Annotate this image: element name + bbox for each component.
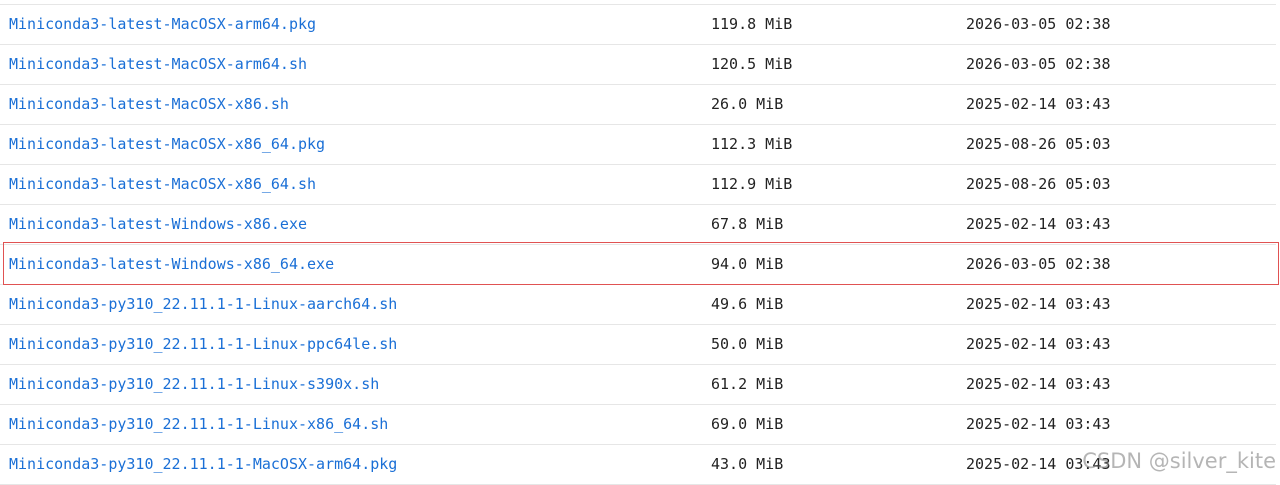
file-size: 61.2 MiB xyxy=(711,375,784,393)
file-name-cell: Miniconda3-py310_22.11.1-1-MacOSX-arm64.… xyxy=(9,445,397,484)
table-row: Miniconda3-latest-MacOSX-x86_64.sh 112.9… xyxy=(0,165,1276,205)
file-name-cell: Miniconda3-py310_22.11.1-1-Linux-ppc64le… xyxy=(9,325,397,364)
file-name-cell: Miniconda3-latest-MacOSX-x86.sh xyxy=(9,85,289,124)
file-date: 2025-02-14 03:43 xyxy=(966,335,1111,353)
file-date: 2025-02-14 03:43 xyxy=(966,95,1111,113)
file-link[interactable]: Miniconda3-latest-Windows-x86.exe xyxy=(9,215,307,233)
file-size: 94.0 MiB xyxy=(711,255,784,273)
file-link[interactable]: Miniconda3-latest-MacOSX-x86_64.pkg xyxy=(9,135,325,153)
file-date: 2025-08-26 05:03 xyxy=(966,175,1111,193)
file-link[interactable]: Miniconda3-latest-MacOSX-x86.sh xyxy=(9,95,289,113)
table-row: Miniconda3-latest-MacOSX-arm64.pkg 119.8… xyxy=(0,5,1276,45)
file-link[interactable]: Miniconda3-py310_22.11.1-1-Linux-s390x.s… xyxy=(9,375,379,393)
file-size: 26.0 MiB xyxy=(711,95,784,113)
file-size: 119.8 MiB xyxy=(711,15,793,33)
table-row: Miniconda3-latest-MacOSX-x86_64.pkg 112.… xyxy=(0,125,1276,165)
file-date: 2026-03-05 02:38 xyxy=(966,255,1111,273)
file-size: 69.0 MiB xyxy=(711,415,784,433)
file-date: 2025-02-14 03:43 xyxy=(966,215,1111,233)
file-name-cell: Miniconda3-py310_22.11.1-1-Linux-x86_64.… xyxy=(9,405,388,444)
file-link[interactable]: Miniconda3-latest-MacOSX-arm64.sh xyxy=(9,55,307,73)
file-date: 2025-02-14 03:43 xyxy=(966,375,1111,393)
file-date: 2026-03-05 02:38 xyxy=(966,55,1111,73)
file-link[interactable]: Miniconda3-latest-MacOSX-x86_64.sh xyxy=(9,175,316,193)
file-date: 2025-02-14 03:43 xyxy=(966,295,1111,313)
file-size: 50.0 MiB xyxy=(711,335,784,353)
table-row: Miniconda3-py310_22.11.1-1-Linux-s390x.s… xyxy=(0,365,1276,405)
file-name-cell: Miniconda3-latest-Windows-x86_64.exe xyxy=(9,245,334,284)
file-link[interactable]: Miniconda3-latest-Windows-x86_64.exe xyxy=(9,255,334,273)
file-link[interactable]: Miniconda3-py310_22.11.1-1-MacOSX-arm64.… xyxy=(9,455,397,473)
file-link[interactable]: Miniconda3-py310_22.11.1-1-Linux-ppc64le… xyxy=(9,335,397,353)
table-row: Miniconda3-latest-Windows-x86.exe 67.8 M… xyxy=(0,205,1276,245)
file-name-cell: Miniconda3-py310_22.11.1-1-Linux-s390x.s… xyxy=(9,365,379,404)
file-link[interactable]: Miniconda3-py310_22.11.1-1-Linux-x86_64.… xyxy=(9,415,388,433)
file-date: 2026-03-05 02:38 xyxy=(966,15,1111,33)
file-date: 2025-08-26 05:03 xyxy=(966,135,1111,153)
file-size: 112.3 MiB xyxy=(711,135,793,153)
file-size: 67.8 MiB xyxy=(711,215,784,233)
table-row: Miniconda3-py310_22.11.1-1-MacOSX-arm64.… xyxy=(0,445,1276,485)
table-row: Miniconda3-latest-MacOSX-arm64.sh 120.5 … xyxy=(0,45,1276,85)
file-size: 43.0 MiB xyxy=(711,455,784,473)
file-size: 120.5 MiB xyxy=(711,55,793,73)
file-size: 112.9 MiB xyxy=(711,175,793,193)
file-name-cell: Miniconda3-latest-MacOSX-arm64.sh xyxy=(9,45,307,84)
file-name-cell: Miniconda3-latest-MacOSX-x86_64.sh xyxy=(9,165,316,204)
file-name-cell: Miniconda3-py310_22.11.1-1-Linux-aarch64… xyxy=(9,285,397,324)
table-row: Miniconda3-py310_22.11.1-1-Linux-x86_64.… xyxy=(0,405,1276,445)
table-row: Miniconda3-py310_22.11.1-1-Linux-aarch64… xyxy=(0,285,1276,325)
file-name-cell: Miniconda3-latest-MacOSX-x86_64.pkg xyxy=(9,125,325,164)
file-size: 49.6 MiB xyxy=(711,295,784,313)
table-row: Miniconda3-py310_22.11.1-1-Linux-ppc64le… xyxy=(0,325,1276,365)
table-row: Miniconda3-latest-MacOSX-x86.sh 26.0 MiB… xyxy=(0,85,1276,125)
table-row-highlighted: Miniconda3-latest-Windows-x86_64.exe 94.… xyxy=(0,245,1276,285)
file-link[interactable]: Miniconda3-latest-MacOSX-arm64.pkg xyxy=(9,15,316,33)
file-name-cell: Miniconda3-latest-Windows-x86.exe xyxy=(9,205,307,244)
file-name-cell: Miniconda3-latest-MacOSX-arm64.pkg xyxy=(9,5,316,44)
file-link[interactable]: Miniconda3-py310_22.11.1-1-Linux-aarch64… xyxy=(9,295,397,313)
file-listing-table: Miniconda3-latest-MacOSX-arm64.pkg 119.8… xyxy=(0,4,1276,485)
file-date: 2025-02-14 03:43 xyxy=(966,415,1111,433)
file-date: 2025-02-14 03:43 xyxy=(966,455,1111,473)
